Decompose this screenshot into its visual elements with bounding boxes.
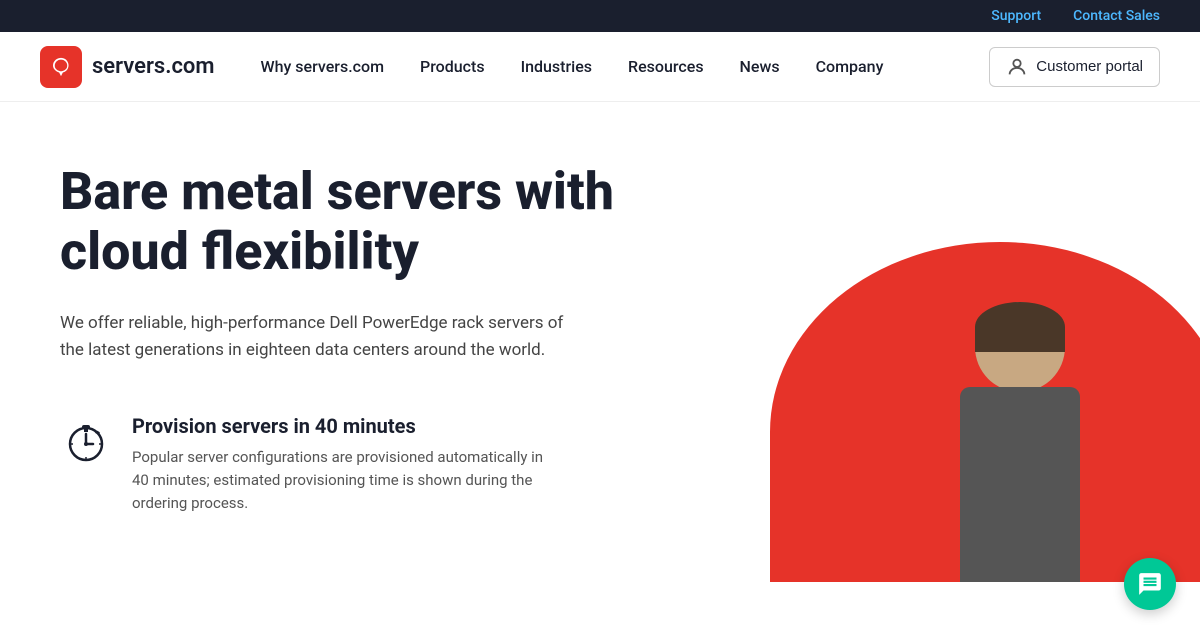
- stopwatch-icon: [60, 414, 112, 466]
- user-icon: [1006, 56, 1028, 78]
- person-hair: [975, 302, 1065, 352]
- contact-sales-link[interactable]: Contact Sales: [1073, 8, 1160, 24]
- nav-why[interactable]: Why servers.com: [245, 49, 401, 84]
- feature-text: Provision servers in 40 minutes Popular …: [132, 414, 560, 516]
- hero-image: [700, 242, 1200, 582]
- nav-links: Why servers.com Products Industries Reso…: [245, 49, 990, 84]
- feature-title: Provision servers in 40 minutes: [132, 414, 560, 438]
- nav-industries[interactable]: Industries: [505, 49, 608, 84]
- logo[interactable]: servers.com: [40, 46, 215, 88]
- nav-resources[interactable]: Resources: [612, 49, 720, 84]
- chat-button[interactable]: [1124, 558, 1176, 610]
- feature-description: Popular server configurations are provis…: [132, 446, 560, 516]
- person-body: [960, 387, 1080, 582]
- feature-item: Provision servers in 40 minutes Popular …: [60, 414, 560, 516]
- customer-portal-button[interactable]: Customer portal: [989, 47, 1160, 87]
- main-content: Bare metal servers with cloud flexibilit…: [0, 102, 1200, 582]
- topbar: Support Contact Sales: [0, 0, 1200, 32]
- nav-company[interactable]: Company: [800, 49, 900, 84]
- person-area: [920, 302, 1120, 582]
- hero-title: Bare metal servers with cloud flexibilit…: [60, 162, 660, 282]
- chat-icon: [1137, 571, 1163, 597]
- logo-text: servers.com: [92, 54, 215, 79]
- logo-icon: [40, 46, 82, 88]
- navbar: servers.com Why servers.com Products Ind…: [0, 32, 1200, 102]
- support-link[interactable]: Support: [991, 8, 1041, 24]
- nav-products[interactable]: Products: [404, 49, 501, 84]
- customer-portal-label: Customer portal: [1036, 58, 1143, 75]
- hero-subtitle: We offer reliable, high-performance Dell…: [60, 310, 580, 364]
- nav-news[interactable]: News: [724, 49, 796, 84]
